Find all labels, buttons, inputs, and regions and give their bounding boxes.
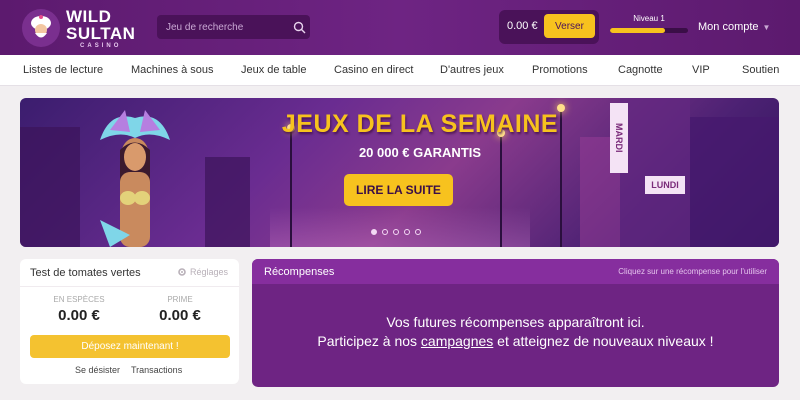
nav-item-support[interactable]: Soutien [742,64,779,76]
level-label: Niveau 1 [633,14,665,23]
level-progress-fill [610,28,665,33]
cash-balance: EN ESPÈCES 0.00 € [34,295,124,324]
logo-line-2: SULTAN [66,23,136,43]
sultan-logo-icon [22,9,60,47]
nav-item-slots[interactable]: Machines à sous [131,64,214,76]
deposit-button[interactable]: Verser [544,14,595,38]
top-header: WILD SULTAN CASINO Jeu de recherche 0.00… [0,0,800,55]
rewards-message: Vos futures récompenses apparaîtront ici… [386,314,645,330]
nav-item-playlists[interactable]: Listes de lecture [23,64,103,76]
bonus-value: 0.00 € [159,307,201,324]
rewards-panel: Récompenses Cliquez sur une récompense p… [252,259,779,387]
carousel-dot[interactable] [371,229,377,235]
banner-sign-mardi: MARDI [610,103,628,173]
read-more-button[interactable]: LIRE LA SUITE [344,174,453,206]
rewards-header: Récompenses Cliquez sur une récompense p… [252,259,779,284]
nav-item-live-casino[interactable]: Casino en direct [334,64,414,76]
bonus-label: PRIME [167,295,193,304]
carousel-dot[interactable] [393,229,399,235]
campaigns-link[interactable]: campagnes [421,333,493,349]
carousel-dot[interactable] [404,229,410,235]
withdraw-link[interactable]: Se désister [75,365,120,375]
banner-building [620,98,690,247]
transactions-link[interactable]: Transactions [131,365,182,375]
nav-item-vip[interactable]: VIP [692,64,710,76]
chevron-down-icon: ▼ [762,22,771,32]
nav-item-jackpot[interactable]: Cagnotte [618,64,663,76]
settings-link[interactable]: Réglages [177,267,228,277]
wallet-card: Test de tomates vertes Réglages EN ESPÈC… [20,259,239,384]
cash-value: 0.00 € [58,307,100,324]
nav-item-other-games[interactable]: D'autres jeux [440,64,504,76]
account-label: Mon compte [698,21,759,33]
rewards-cta-prefix: Participez à nos [317,333,421,349]
site-logo[interactable]: WILD SULTAN CASINO [22,6,135,50]
level-indicator[interactable]: Niveau 1 [610,14,688,40]
cash-label: EN ESPÈCES [53,295,105,304]
gear-icon [178,268,186,276]
level-progress-bar [610,28,688,33]
card-divider [20,286,239,287]
deposit-now-button[interactable]: Déposez maintenant ! [30,335,230,358]
rewards-hint: Cliquez sur une récompense pour l'utilis… [618,267,767,276]
search-input[interactable]: Jeu de recherche [157,22,288,33]
nav-item-promotions[interactable]: Promotions [532,64,588,76]
carousel-dot[interactable] [415,229,421,235]
banner-sign-lundi: LUNDI [645,176,685,194]
balance-amount: 0.00 € [507,20,538,32]
logo-line-3: CASINO [80,42,122,49]
bonus-balance: PRIME 0.00 € [135,295,225,324]
settings-label: Réglages [190,267,229,277]
search-icon[interactable] [288,16,310,38]
rewards-title: Récompenses [264,266,335,278]
main-nav: Listes de lecture Machines à sous Jeux d… [0,55,800,86]
banner-building [20,127,80,247]
carousel-dot[interactable] [382,229,388,235]
dancer-illustration [80,110,190,247]
rewards-cta-line: Participez à nos campagnes et atteignez … [252,333,779,349]
nav-item-table-games[interactable]: Jeux de table [241,64,306,76]
logo-line-1: WILD [66,6,112,26]
promo-banner[interactable]: MARDI LUNDI JEUX DE LA SEMAINE 20 000 € … [20,98,779,247]
account-menu[interactable]: Mon compte ▼ [698,10,780,44]
banner-subline: 20 000 € GARANTIS [358,145,482,160]
banner-headline: JEUX DE LA SEMAINE [281,110,559,138]
carousel-dots [371,229,421,235]
banner-building [690,117,779,247]
banner-building [205,157,250,247]
banner-road [270,207,530,247]
search-box[interactable]: Jeu de recherche [157,15,310,39]
wallet-title: Test de tomates vertes [30,267,141,279]
rewards-cta-suffix: et atteignez de nouveaux niveaux ! [493,333,714,349]
